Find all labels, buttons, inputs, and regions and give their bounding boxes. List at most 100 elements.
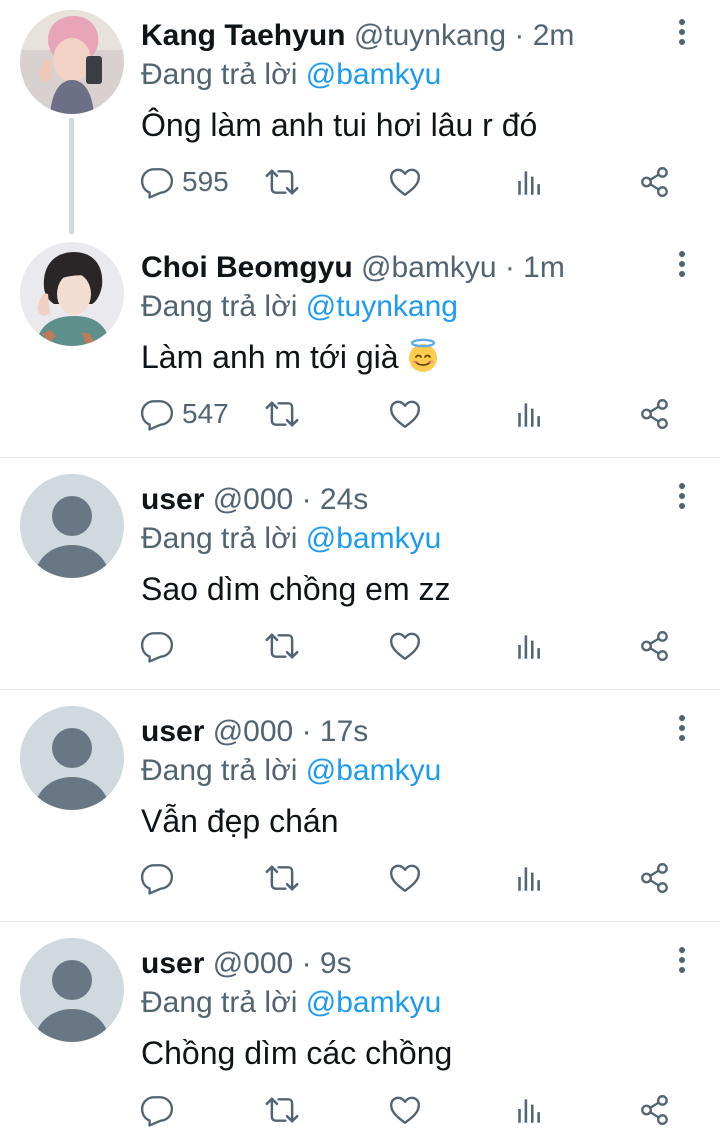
tweet-item[interactable]: user @000 · 9s Đang trả lời @bamkyu Chồn… — [0, 928, 720, 1143]
reply-icon — [140, 861, 174, 895]
mention-link[interactable]: @bamkyu — [306, 986, 442, 1019]
default-avatar[interactable] — [20, 938, 124, 1042]
tweet-header: Kang Taehyun @tuynkang · 2m — [141, 16, 574, 56]
share-button[interactable] — [638, 392, 672, 436]
reply-button[interactable]: 547 — [140, 392, 229, 436]
retweet-icon — [264, 1092, 300, 1128]
share-button[interactable] — [638, 856, 672, 900]
timestamp[interactable]: · 1m — [505, 251, 565, 284]
more-options-icon[interactable] — [670, 712, 694, 744]
like-button[interactable] — [388, 160, 422, 204]
reply-count: 547 — [182, 398, 229, 429]
analytics-icon — [514, 1093, 548, 1127]
more-options-icon[interactable] — [670, 480, 694, 512]
share-button[interactable] — [638, 160, 672, 204]
share-icon — [638, 861, 672, 895]
default-avatar[interactable] — [20, 474, 124, 578]
like-icon — [388, 1093, 422, 1127]
tweet-item[interactable]: Kang Taehyun @tuynkang · 2m Đang trả lời… — [0, 0, 720, 232]
analytics-button[interactable] — [514, 160, 548, 204]
reply-button[interactable] — [140, 856, 174, 900]
reply-button[interactable] — [140, 1088, 174, 1132]
tweet-text: Ông làm anh tui hơi lâu r đó — [141, 107, 538, 143]
handle[interactable]: @000 — [213, 483, 294, 516]
tweet-text-content: Làm anh m tới già — [141, 339, 399, 375]
like-button[interactable] — [388, 1088, 422, 1132]
default-avatar-icon — [20, 938, 124, 1042]
timestamp[interactable]: · 9s — [302, 947, 352, 980]
tweet-text: Sao dìm chồng em zz — [141, 571, 451, 607]
display-name[interactable]: Kang Taehyun — [141, 19, 345, 52]
replying-to-label: Đang trả lời — [141, 58, 298, 91]
analytics-icon — [514, 165, 548, 199]
tweet-text: Chồng dìm các chồng — [141, 1035, 453, 1071]
reply-button[interactable]: 595 — [140, 160, 229, 204]
retweet-button[interactable] — [264, 160, 300, 204]
retweet-icon — [264, 628, 300, 664]
analytics-button[interactable] — [514, 1088, 548, 1132]
like-button[interactable] — [388, 392, 422, 436]
replying-to: Đang trả lời @tuynkang — [141, 288, 458, 326]
like-icon — [388, 397, 422, 431]
more-options-icon[interactable] — [670, 248, 694, 280]
tweet-header: user @000 · 9s — [141, 944, 352, 984]
replying-to: Đang trả lời @bamkyu — [141, 56, 441, 94]
avatar[interactable] — [20, 10, 124, 114]
handle[interactable]: @bamkyu — [361, 251, 497, 284]
timestamp[interactable]: · 2m — [514, 19, 574, 52]
analytics-icon — [514, 397, 548, 431]
display-name[interactable]: user — [141, 947, 204, 980]
reply-button[interactable] — [140, 624, 174, 668]
timestamp[interactable]: · 24s — [302, 483, 369, 516]
analytics-button[interactable] — [514, 392, 548, 436]
tweet-actions — [0, 624, 720, 668]
replying-to: Đang trả lời @bamkyu — [141, 520, 441, 558]
retweet-button[interactable] — [264, 1088, 300, 1132]
timestamp[interactable]: · 17s — [302, 715, 369, 748]
mention-link[interactable]: @bamkyu — [306, 522, 442, 555]
handle[interactable]: @000 — [213, 715, 294, 748]
like-icon — [388, 629, 422, 663]
share-icon — [638, 629, 672, 663]
retweet-button[interactable] — [264, 856, 300, 900]
more-options-icon[interactable] — [670, 944, 694, 976]
reply-icon — [140, 165, 174, 199]
mention-link[interactable]: @tuynkang — [306, 290, 458, 323]
more-options-icon[interactable] — [670, 16, 694, 48]
retweet-button[interactable] — [264, 624, 300, 668]
default-avatar-icon — [20, 474, 124, 578]
like-icon — [388, 165, 422, 199]
tweet-header: user @000 · 17s — [141, 712, 368, 752]
tweet-header: user @000 · 24s — [141, 480, 368, 520]
handle[interactable]: @tuynkang — [354, 19, 506, 52]
retweet-button[interactable] — [264, 392, 300, 436]
default-avatar[interactable] — [20, 706, 124, 810]
retweet-icon — [264, 396, 300, 432]
share-button[interactable] — [638, 624, 672, 668]
analytics-button[interactable] — [514, 624, 548, 668]
tweet-divider — [0, 689, 720, 690]
tweet-item[interactable]: user @000 · 24s Đang trả lời @bamkyu Sao… — [0, 464, 720, 689]
display-name[interactable]: user — [141, 483, 204, 516]
tweet-item[interactable]: Choi Beomgyu @bamkyu · 1m Đang trả lời @… — [0, 232, 720, 458]
like-button[interactable] — [388, 856, 422, 900]
display-name[interactable]: Choi Beomgyu — [141, 251, 353, 284]
like-button[interactable] — [388, 624, 422, 668]
avatar[interactable] — [20, 242, 124, 346]
display-name[interactable]: user — [141, 715, 204, 748]
analytics-icon — [514, 629, 548, 663]
reply-icon — [140, 629, 174, 663]
share-icon — [638, 397, 672, 431]
mention-link[interactable]: @bamkyu — [306, 58, 442, 91]
share-button[interactable] — [638, 1088, 672, 1132]
tweet-item[interactable]: user @000 · 17s Đang trả lời @bamkyu Vẫn… — [0, 696, 720, 921]
replying-to-label: Đang trả lời — [141, 986, 298, 1019]
share-icon — [638, 165, 672, 199]
handle[interactable]: @000 — [213, 947, 294, 980]
tweet-text: Vẫn đẹp chán — [141, 803, 339, 839]
replying-to-label: Đang trả lời — [141, 754, 298, 787]
analytics-button[interactable] — [514, 856, 548, 900]
tweet-actions — [0, 856, 720, 900]
mention-link[interactable]: @bamkyu — [306, 754, 442, 787]
reply-count: 595 — [182, 166, 229, 197]
